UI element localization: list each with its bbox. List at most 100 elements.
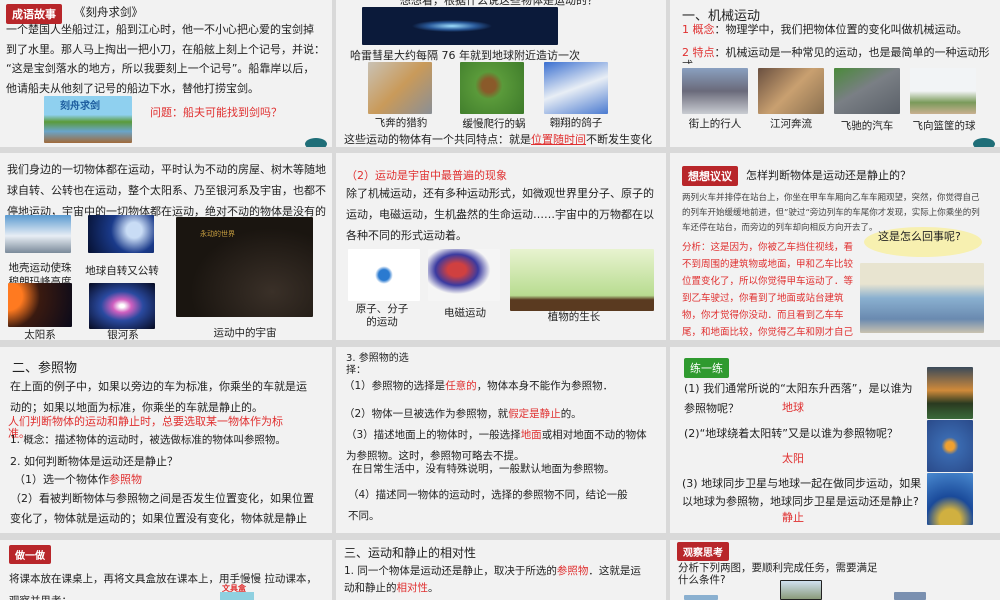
concept-text: ：物理学中，我们把物体位置的变化叫做机械运动。 (714, 23, 968, 36)
slide-body-text: 除了机械运动，还有多种运动形式，如微观世界里分子、原子的运动，电磁运动，生机盎然… (346, 187, 654, 242)
train-interior-image (860, 263, 984, 333)
snail-image (460, 62, 524, 114)
slide-reference-object[interactable]: 二、参照物 在上面的例子中，如果以旁边的车为标准，你乘坐的车就是运动的；如果以地… (0, 347, 332, 533)
slide-title: 《刻舟求剑》 (74, 5, 143, 19)
rule-text: （4）描述同一物体的运动时，选择的参照物不同，结论一般不同。 (348, 489, 628, 522)
observe-image-2 (780, 580, 822, 600)
slide-title: 一、机械运动 (682, 9, 761, 24)
slide-universal-motion[interactable]: （2）运动是宇宙中最普遍的现象 除了机械运动，还有多种运动形式，如微观世界里分子… (336, 153, 666, 340)
step-text: （2）看被判断物体与参照物之间是否发生位置变化，如果位置变化了，物体就是运动的；… (10, 492, 314, 525)
everest-image (5, 215, 71, 253)
caption: 银河系 (107, 329, 139, 340)
question-text: 2. 如何判断物体是运动还是静止？ (10, 455, 178, 468)
basketball-image (910, 68, 976, 114)
slide-body-text: 分析下列两图，要顺利完成任务，需要满足什么条件? (678, 562, 878, 586)
back-nav-button[interactable]: 返回 (973, 138, 995, 147)
slide-observe-think[interactable]: 观察思考 分析下列两图，要顺利完成任务，需要满足什么条件? (670, 540, 1000, 600)
caption: 运动中的宇宙 (213, 327, 277, 339)
sunset-image (927, 367, 973, 419)
feature-text: ：机械运动是一种常见的运动，也是最简单的一种运动形式 (682, 46, 990, 64)
body-text: 。 (428, 582, 439, 594)
slide-relativity[interactable]: 三、运动和静止的相对性 1. 同一个物体是运动还是静止，取决于所选的参照物．这就… (336, 540, 666, 600)
caption: 原子、分子的运动 (355, 303, 409, 328)
rule-highlight: 假定是静止 (508, 408, 561, 420)
rule-highlight: 任意的 (445, 380, 477, 392)
electromagnetic-image (428, 249, 500, 301)
slide-title: 怎样判断物体是运动还是静止的？ (746, 169, 911, 182)
rule-highlight: 地面 (520, 429, 542, 441)
rule-text: 在日常生活中，没有特殊说明，一般默认地面为参照物。 (352, 463, 615, 475)
body-text: 1. 同一个物体是运动还是静止，取决于所选的 (344, 565, 557, 577)
slide-title: 二、参照物 (12, 361, 78, 376)
slide-activity[interactable]: 做一做 将课本放在课桌上，再将文具盒放在课本上，用手慢慢 拉动课本，观察并思考：… (0, 540, 332, 600)
slide-universe-motion[interactable]: 我们身边的一切物体都在运动，平时认为不动的房屋、树木等随地球自转、公转也在运动，… (0, 153, 332, 340)
answer-1: 地球 (782, 401, 804, 414)
highlight-text: 相对性 (396, 582, 429, 594)
slide-mechanical-motion[interactable]: 一、机械运动 1 概念：物理学中，我们把物体位置的变化叫做机械运动。 2 特点：… (670, 0, 1000, 147)
bottom-text: 这些运动的物体有一个共同特点：就是 (344, 133, 531, 146)
pigeon-image (544, 62, 608, 114)
caption: 江河奔流 (770, 118, 812, 130)
video-title: 永动的世界 (200, 230, 235, 238)
step-text: （1）选一个物体作 (14, 473, 109, 486)
blank-answer: 位置随时间 (531, 133, 586, 146)
concept-label: 1 概念 (682, 23, 715, 36)
orbit-image (927, 420, 973, 472)
story-line: 到了水里。那人马上掏出一把小刀，在船舷上刻上个记号，并说： (6, 42, 325, 56)
slide-tag: 观察思考 (677, 542, 729, 561)
slide-title: 3. 参照物的选择： (346, 353, 409, 376)
caption: 飞奔的猎豹 (374, 117, 428, 129)
answer-3: 静止 (782, 511, 804, 524)
bottom-text: 不断发生变化 (586, 133, 652, 146)
slide-title: 三、运动和静止的相对性 (344, 546, 477, 560)
boat-illustration: 刻舟求剑 (44, 96, 132, 143)
story-line: “这是宝剑落水的地方，所以我要刻上一个记号”。船靠岸以后， (6, 62, 315, 75)
question-2: (2)“地球绕着太阳转”又是以谁为参照物呢？ (684, 427, 898, 440)
slide-moving-objects[interactable]: 想想看，根据什么说这些物体是运动的？ 哈雷彗星大约每隔 76 年就到地球附近造访… (336, 0, 666, 147)
slide-practice[interactable]: 练一练 (1) 我们通常所说的“太阳东升西落”，是以谁为参照物呢？ 地球 (2)… (670, 347, 1000, 533)
galaxy-image (89, 283, 155, 329)
caption: 翱翔的鸽子 (549, 117, 603, 129)
rule-text: （1）参照物的选择是 (344, 380, 446, 392)
slide-body-text: 将课本放在课桌上，再将文具盒放在课本上，用手慢慢 拉动课本，观察并思考： (9, 573, 317, 600)
earth-rotation-image (88, 215, 154, 253)
caption: 地球自转又公转 (85, 265, 159, 277)
section-heading: （2）运动是宇宙中最普遍的现象 (346, 169, 507, 182)
caption: 电磁运动 (444, 307, 486, 319)
slide-body-text: 我们身边的一切物体都在运动，平时认为不动的房屋、树木等随地球自转、公转也在运动，… (7, 163, 326, 218)
observe-image-3 (894, 592, 926, 600)
comet-image (362, 7, 558, 45)
observe-image-1 (684, 595, 718, 600)
rule-text: （3）描述地面上的物体时，一般选择 (346, 429, 521, 441)
pencil-box-illustration (220, 592, 254, 600)
caption: 植物的生长 (547, 311, 601, 323)
slide-tag: 想想议议 (682, 166, 738, 186)
concept-text: 1. 概念：描述物体的运动时，被选做标准的物体叫参照物。 (10, 434, 286, 446)
back-nav-button[interactable]: 返回 (305, 138, 327, 147)
analysis-text: 分析：这是因为，你被乙车挡住视线，看不到周围的建筑物或地面，甲和乙车比较位置变化… (682, 242, 854, 337)
illustration-title: 刻舟求剑 (60, 101, 100, 112)
caption: 太阳系 (24, 329, 56, 340)
river-image (758, 68, 824, 114)
rule-text: ，物体本身不能作为参照物． (476, 380, 614, 392)
caption: 街上的行人 (688, 118, 742, 130)
universe-video[interactable]: 永动的世界 (176, 217, 313, 317)
bubble-text: 这是怎么回事呢? (878, 230, 961, 243)
slide-tag: 做一做 (9, 545, 51, 564)
caption: 缓慢爬行的蜗 (462, 118, 526, 130)
plant-growth-image (510, 249, 654, 311)
slide-think-discuss[interactable]: 想想议议 怎样判断物体是运动还是静止的？ 两列火车并排停在站台上，你坐在甲车车厢… (670, 153, 1000, 340)
slide-tag: 练一练 (684, 358, 729, 378)
slide-story[interactable]: 成语故事 《刻舟求剑》 一个楚国人坐船过江，船到江心时，他一不小心把心爱的宝剑掉… (0, 0, 332, 147)
highlight-text: 参照物 (556, 565, 589, 577)
step-highlight: 参照物 (109, 473, 142, 486)
cheetah-image (368, 62, 432, 114)
answer-2: 太阳 (782, 452, 804, 465)
question-3: (3) 地球同步卫星与地球一起在做同步运动，如果以地球为参照物，地球同步卫星是运… (682, 477, 922, 508)
rule-text: 的。 (560, 408, 582, 420)
slide-reference-choice[interactable]: 3. 参照物的选择： （1）参照物的选择是任意的，物体本身不能作为参照物． （2… (336, 347, 666, 533)
satellite-image (927, 473, 973, 525)
caption: 飞驰的汽车 (840, 120, 894, 132)
rule-text: （2）物体一旦被选作为参照物，就 (344, 408, 509, 420)
atom-image (348, 249, 420, 301)
